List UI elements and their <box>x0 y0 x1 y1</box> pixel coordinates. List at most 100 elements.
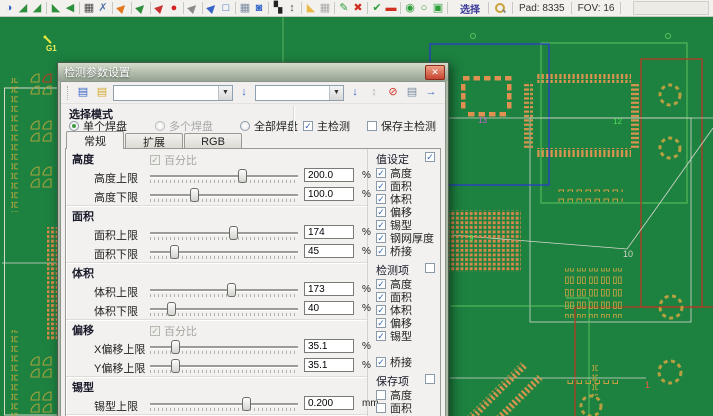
tab-general[interactable]: 常规 <box>66 131 124 149</box>
check-item-label: 桥接 <box>390 354 412 370</box>
check-item[interactable]: 锡型 <box>368 329 440 342</box>
save-icon[interactable]: ▤ <box>404 85 420 101</box>
tab-rgb[interactable]: RGB <box>184 133 242 149</box>
tab-extended[interactable]: 扩展 <box>125 133 183 149</box>
panel-header: 保存项 <box>368 373 440 388</box>
sync-icon[interactable]: ↕ <box>366 85 382 101</box>
magnifier-icon[interactable] <box>495 3 506 14</box>
slider-track[interactable] <box>150 175 298 178</box>
toolbar-separator <box>235 2 236 14</box>
panel-detect-items: 检测项高度面积体积偏移锡型桥接 <box>368 260 440 368</box>
dart-gray-icon[interactable]: ▶ <box>183 0 203 18</box>
value-input[interactable] <box>304 282 354 296</box>
value-input[interactable] <box>304 301 354 315</box>
value-input[interactable] <box>304 244 354 258</box>
radio-indicator <box>69 121 79 131</box>
checkbox-indicator <box>376 292 386 302</box>
value-input[interactable] <box>304 339 354 353</box>
toolbar-separator <box>268 2 269 14</box>
slider-thumb[interactable] <box>190 188 199 202</box>
slider-thumb[interactable] <box>242 397 251 411</box>
check-item[interactable]: 桥接 <box>368 244 440 257</box>
grid-icon[interactable]: ▦ <box>318 1 332 15</box>
value-input[interactable] <box>304 187 354 201</box>
slider-thumb[interactable] <box>229 226 238 240</box>
template-combo-1[interactable]: ▼ <box>113 85 233 101</box>
array-table-icon[interactable]: ▦ <box>238 1 252 15</box>
circle-dot-icon[interactable]: ◉ <box>403 1 417 15</box>
template-combo-2-arrow[interactable]: ▼ <box>329 86 343 100</box>
slider-track[interactable] <box>150 403 298 406</box>
close-button[interactable]: ✕ <box>425 65 445 80</box>
toolbar-separator <box>400 2 401 14</box>
panel-all-checkbox[interactable] <box>425 263 435 273</box>
confirm-icon[interactable]: ✔ <box>370 1 384 15</box>
slider-row: 高度上限% <box>66 167 367 186</box>
checkbox-indicator <box>376 181 386 191</box>
exit-icon[interactable]: → <box>423 85 439 101</box>
slider-track[interactable] <box>150 289 298 292</box>
slider-track[interactable] <box>150 232 298 235</box>
panel-title: 保存项 <box>376 376 409 388</box>
no-entry-icon[interactable]: ⊘ <box>385 85 401 101</box>
radio-indicator <box>240 121 250 131</box>
zoom-fit-icon[interactable]: ◢ <box>30 1 44 15</box>
template-combo-2[interactable]: ▼ <box>255 85 344 101</box>
value-input[interactable] <box>304 396 354 410</box>
mode-radio-2[interactable]: 全部焊盘 <box>240 118 298 134</box>
value-input[interactable] <box>304 168 354 182</box>
param-section-1: 面积面积上限%面积下限% <box>66 206 367 263</box>
edit-chart-icon[interactable]: ✎ <box>337 1 351 15</box>
cone-icon[interactable]: ◀ <box>63 1 77 15</box>
zoom-area-icon[interactable]: ◢ <box>16 1 30 15</box>
check-item-label: 桥接 <box>390 243 412 259</box>
image-view-icon[interactable]: ▦ <box>82 1 96 15</box>
checkbox-indicator <box>376 279 386 289</box>
apply-template-2-icon[interactable]: ↓ <box>347 85 363 101</box>
checkbox-indicator <box>376 207 386 217</box>
slider-track[interactable] <box>150 194 298 197</box>
checkbox-label: 保存主检测 <box>381 118 436 134</box>
dialog-titlebar[interactable]: 检测参数设置 ✕ <box>58 63 448 81</box>
apply-template-1-icon[interactable]: ↓ <box>236 85 252 101</box>
circle-square-icon[interactable]: ▣ <box>431 1 445 15</box>
tiles-icon[interactable]: ▚ <box>271 1 285 15</box>
value-input[interactable] <box>304 358 354 372</box>
slider-thumb[interactable] <box>238 169 247 183</box>
slider-thumb[interactable] <box>170 245 179 259</box>
dart-green-icon[interactable]: ▶ <box>131 0 151 18</box>
export-template-icon[interactable]: ▤ <box>94 85 110 101</box>
dialog-body: ▤▤▼↓▼↓↕⊘▤→ 选择模式 单个焊盘多个焊盘全部焊盘主检测保存主检测 常规扩… <box>60 81 446 416</box>
slider-thumb[interactable] <box>167 302 176 316</box>
tools-icon[interactable]: ✗ <box>96 1 110 15</box>
mode-check-0[interactable]: 主检测 <box>303 118 350 134</box>
circle-icon[interactable]: ○ <box>417 1 431 15</box>
mode-check-1[interactable]: 保存主检测 <box>367 118 436 134</box>
sort-az-icon[interactable]: ↕ <box>285 1 299 15</box>
dart-orange-icon[interactable]: ▶ <box>112 0 132 18</box>
checkbox-indicator <box>376 194 386 204</box>
fov-label: FOV: 16 <box>578 3 615 14</box>
value-input[interactable] <box>304 225 354 239</box>
measure-triangle-icon[interactable]: ◣ <box>49 1 63 15</box>
check-item[interactable]: 桥接 <box>368 355 440 368</box>
select-mode-button[interactable]: 选择 <box>460 1 480 16</box>
setsquare-icon[interactable]: ◣ <box>304 1 318 15</box>
panel-all-checkbox[interactable] <box>425 152 435 162</box>
pad-count-label: Pad: 8335 <box>519 3 565 14</box>
slider-thumb[interactable] <box>227 283 236 297</box>
delete-icon[interactable]: ✖ <box>351 1 365 15</box>
checkbox-indicator <box>376 168 386 178</box>
template-combo-1-arrow[interactable]: ▼ <box>218 86 232 100</box>
camera-icon[interactable]: ◙ <box>252 1 266 15</box>
import-template-icon[interactable]: ▤ <box>75 85 91 101</box>
slider-thumb[interactable] <box>171 340 180 354</box>
option-panels: 值设定高度面积体积偏移锡型钢网厚度桥接检测项高度面积体积偏移锡型桥接保存项高度面… <box>368 149 440 416</box>
slider-thumb[interactable] <box>171 359 180 373</box>
toolbar-separator <box>620 2 621 14</box>
partial-blue-circle-icon[interactable]: ◑ <box>2 1 16 15</box>
pcb-label-9: 9 <box>469 234 474 243</box>
panel-all-checkbox[interactable] <box>425 374 435 384</box>
remove-icon[interactable]: ▬ <box>384 1 398 15</box>
panel-value-setting: 值设定高度面积体积偏移锡型钢网厚度桥接 <box>368 149 440 257</box>
